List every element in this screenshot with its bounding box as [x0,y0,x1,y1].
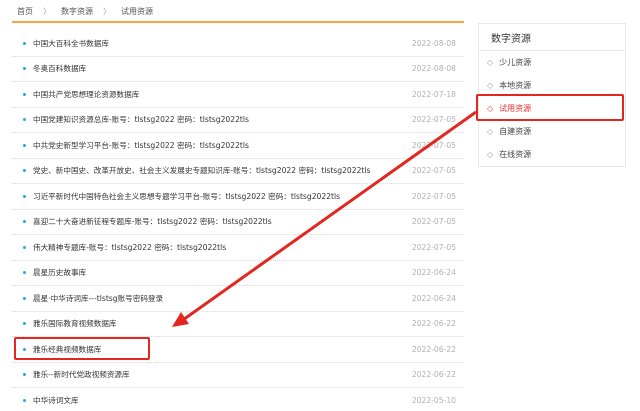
breadcrumb-separator: 〉 [103,7,111,16]
sidebar-item-local-resources[interactable]: ◇ 本地资源 [479,74,625,97]
list-item[interactable]: 晨星历史故事库 2022-06-24 [12,261,464,286]
list-item-date: 2022-06-22 [411,370,456,380]
dot-icon [23,296,26,300]
list-item-title[interactable]: 习近平新时代中国特色社会主义思想专题学习平台-账号：tlstsg2022 密码：… [33,191,404,202]
dot-icon [23,245,26,249]
dot-icon [23,271,26,275]
dot-icon [23,398,26,402]
sidebar-item-trial-resources[interactable]: ◇ 试用资源 [479,97,625,120]
breadcrumb-trial-resources[interactable]: 试用资源 [121,6,153,17]
sidebar-item-label: 试用资源 [499,104,532,113]
list-item-date: 2022-06-22 [411,319,456,329]
dot-icon [23,169,26,173]
dot-icon [23,143,26,147]
list-item-title[interactable]: 晨星·中华诗词库---tlstsg账号密码登录 [33,293,404,304]
list-item[interactable]: 雅乐经典视频数据库 2022-06-22 [12,337,464,363]
list-item-title[interactable]: 雅乐经典视频数据库 [33,344,404,355]
list-item-date: 2022-07-05 [411,191,456,201]
list-item-title[interactable]: 喜迎二十大奋进新征程专题库-账号：tlstsg2022 密码：tlstsg202… [33,216,404,227]
list-item[interactable]: 雅乐国际教育视频数据库 2022-06-22 [12,312,464,337]
dot-icon [23,118,26,122]
resource-list: 中国大百科全书数据库 2022-08-08 冬奥百科数据库 2022-08-08 中… [12,23,464,411]
list-item-date: 2022-05-10 [411,395,456,405]
list-item-date: 2022-07-05 [411,166,456,176]
chevron-right-icon: ◇ [487,104,494,113]
dot-icon [23,194,26,198]
list-item[interactable]: 冬奥百科数据库 2022-08-08 [12,57,464,82]
list-item-title[interactable]: 晨星历史故事库 [33,267,404,278]
list-item-date: 2022-07-05 [411,242,456,252]
sidebar-item-label: 自建资源 [499,127,532,136]
chevron-right-icon: ◇ [487,58,494,67]
list-item-date: 2022-07-18 [411,89,456,99]
list-item-title[interactable]: 中华诗词文库 [33,395,404,406]
resource-list-panel: 中国大百科全书数据库 2022-08-08 冬奥百科数据库 2022-08-08 中… [12,21,464,411]
sidebar-item-label: 本地资源 [499,81,532,90]
dot-icon [23,92,26,96]
sidebar-item-label: 少儿资源 [499,58,532,67]
list-item[interactable]: 伟大精神专题库-账号：tlstsg2022 密码：tlstsg2022tls 20… [12,235,464,261]
list-item-date: 2022-07-05 [411,217,456,227]
list-item-title[interactable]: 雅乐--新时代党政视频资源库 [33,369,404,380]
sidebar-item-kids-resources[interactable]: ◇ 少儿资源 [479,51,625,74]
list-item-title[interactable]: 中国大百科全书数据库 [33,38,404,49]
chevron-right-icon: ◇ [487,150,494,159]
breadcrumb-separator: 〉 [43,7,51,16]
list-item-date: 2022-07-05 [411,115,456,125]
list-item[interactable]: 雅乐--新时代党政视频资源库 2022-06-22 [12,363,464,388]
list-item-date: 2022-06-24 [411,268,456,278]
list-item[interactable]: 喜迎二十大奋进新征程专题库-账号：tlstsg2022 密码：tlstsg202… [12,210,464,235]
dot-icon [23,373,26,377]
list-item[interactable]: 中共党史新型学习平台-账号：tlstsg2022 密码：tlstsg2022tl… [12,133,464,159]
list-item[interactable]: 中国共产党思想理论资源数据库 2022-07-18 [12,82,464,108]
list-item[interactable]: 中华诗词文库 2022-05-10 [12,388,464,411]
breadcrumb: 首页 〉 数字资源 〉 试用资源 [17,6,153,17]
list-item-title[interactable]: 雅乐国际教育视频数据库 [33,318,404,329]
list-item[interactable]: 中国党建知识资源总库-账号：tlstsg2022 密码：tlstsg2022tl… [12,108,464,133]
list-item-date: 2022-08-08 [411,38,456,48]
dot-icon [23,41,26,45]
dot-icon [23,220,26,224]
list-item-title[interactable]: 中国共产党思想理论资源数据库 [33,89,404,100]
list-item-date: 2022-07-05 [411,140,456,150]
list-item[interactable]: 习近平新时代中国特色社会主义思想专题学习平台-账号：tlstsg2022 密码：… [12,184,464,210]
sidebar-item-online-resources[interactable]: ◇ 在线资源 [479,143,625,166]
list-item-title[interactable]: 中国党建知识资源总库-账号：tlstsg2022 密码：tlstsg2022tl… [33,114,404,125]
dot-icon [23,322,26,326]
sidebar: 数字资源 ◇ 少儿资源 ◇ 本地资源 ◇ 试用资源 ◇ 自建资源 ◇ 在线资源 [478,23,626,167]
list-item-title[interactable]: 中共党史新型学习平台-账号：tlstsg2022 密码：tlstsg2022tl… [33,140,404,151]
list-item-date: 2022-08-08 [411,64,456,74]
dot-icon [23,67,26,71]
list-item-title[interactable]: 冬奥百科数据库 [33,63,404,74]
chevron-right-icon: ◇ [487,81,494,90]
chevron-right-icon: ◇ [487,127,494,136]
list-item[interactable]: 晨星·中华诗词库---tlstsg账号密码登录 2022-06-24 [12,286,464,312]
breadcrumb-digital-resources[interactable]: 数字资源 [61,6,93,17]
list-item[interactable]: 党史、新中国史、改革开放史、社会主义发展史专题知识库-账号：tlstsg2022… [12,159,464,184]
sidebar-item-self-built-resources[interactable]: ◇ 自建资源 [479,120,625,143]
breadcrumb-home[interactable]: 首页 [17,6,33,17]
list-item-title[interactable]: 伟大精神专题库-账号：tlstsg2022 密码：tlstsg2022tls [33,242,404,253]
list-item-date: 2022-06-24 [411,293,456,303]
sidebar-title: 数字资源 [479,24,625,51]
list-item-title[interactable]: 党史、新中国史、改革开放史、社会主义发展史专题知识库-账号：tlstsg2022… [33,165,404,176]
dot-icon [23,347,26,351]
list-item[interactable]: 中国大百科全书数据库 2022-08-08 [12,31,464,57]
list-item-date: 2022-06-22 [411,344,456,354]
sidebar-item-label: 在线资源 [499,150,532,159]
